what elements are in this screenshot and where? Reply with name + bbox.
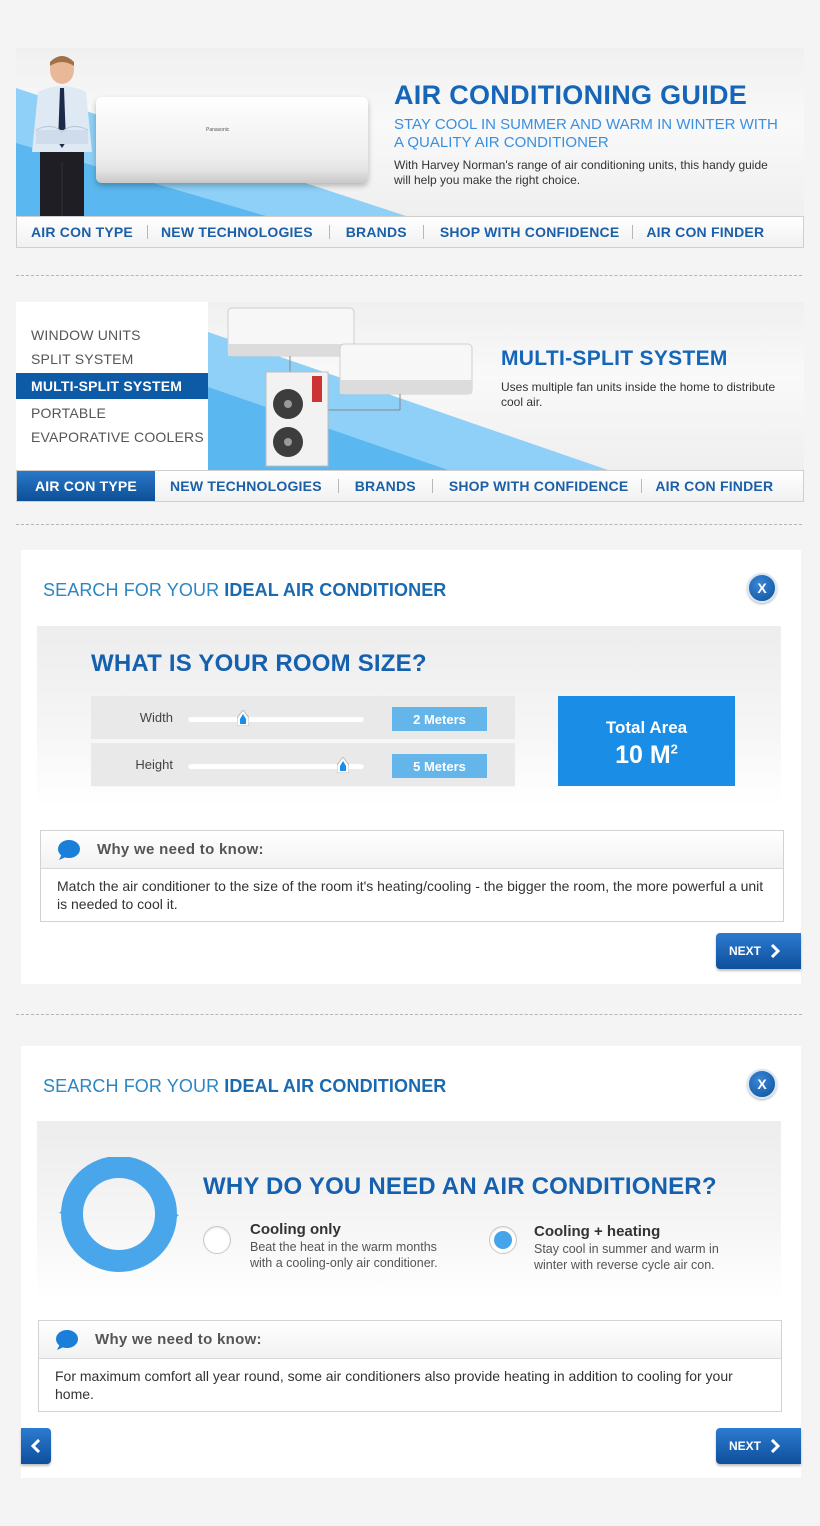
total-area-unit: 2 (670, 741, 678, 757)
nav-new-technologies[interactable]: NEW TECHNOLOGIES (148, 217, 329, 247)
menu-portable[interactable]: PORTABLE (16, 400, 208, 426)
chevron-right-icon (770, 1439, 781, 1453)
finder-title-prefix: SEARCH FOR YOUR (43, 1076, 225, 1096)
height-slider-thumb[interactable] (336, 757, 349, 773)
why-info-title: Why we need to know: (97, 841, 264, 858)
guide-subtitle: STAY COOL IN SUMMER AND WARM IN WINTER W… (394, 116, 778, 151)
why-info-header: Why we need to know: (39, 1321, 781, 1359)
nav-air-con-finder[interactable]: AIR CON FINDER (633, 217, 776, 247)
guide-title: AIR CONDITIONING GUIDE (394, 80, 748, 110)
finder-title: SEARCH FOR YOUR IDEAL AIR CONDITIONER (43, 580, 446, 601)
nav-brands[interactable]: BRANDS (330, 217, 423, 247)
why-info-text: Match the air conditioner to the size of… (57, 878, 764, 912)
purpose-finder: SEARCH FOR YOUR IDEAL AIR CONDITIONER X … (21, 1046, 801, 1478)
finder-title-prefix: SEARCH FOR YOUR (43, 580, 225, 600)
next-label: NEXT (729, 1439, 762, 1453)
total-area-value: 10 M (615, 741, 671, 769)
multi-split-banner: MULTI-SPLIT SYSTEM Uses multiple fan uni… (208, 302, 804, 470)
why-info-box: Why we need to know: For maximum comfort… (38, 1320, 782, 1412)
width-label: Width (139, 710, 173, 725)
menu-multi-split-system[interactable]: MULTI-SPLIT SYSTEM (16, 373, 208, 399)
nav-air-con-type[interactable]: AIR CON TYPE (17, 217, 147, 247)
split-unit-image: Panasonic (96, 97, 368, 183)
height-slider-row: Height 5 Meters (91, 743, 515, 787)
nav-bar: AIR CON TYPE NEW TECHNOLOGIES BRANDS SHO… (16, 216, 804, 248)
close-button[interactable]: X (747, 1069, 777, 1099)
nav-air-con-finder[interactable]: AIR CON FINDER (642, 471, 785, 501)
next-label: NEXT (729, 944, 762, 958)
guide-banner: Panasonic AIR CONDITIONING GUIDE STAY CO… (16, 48, 804, 216)
multi-split-title: MULTI-SPLIT SYSTEM (501, 347, 728, 370)
close-button[interactable]: X (747, 573, 777, 603)
finder-title-bold: IDEAL AIR CONDITIONER (224, 1076, 447, 1096)
guide-description: With Harvey Norman's range of air condit… (394, 158, 768, 187)
why-info-header: Why we need to know: (41, 831, 783, 869)
why-info-box: Why we need to know: Match the air condi… (40, 830, 784, 922)
salesman-image (32, 56, 92, 216)
speech-bubble-icon (58, 839, 80, 860)
section-divider (16, 275, 802, 276)
nav-bar: AIR CON TYPE NEW TECHNOLOGIES BRANDS SHO… (16, 470, 804, 502)
nav-new-technologies[interactable]: NEW TECHNOLOGIES (155, 471, 338, 501)
room-size-finder: SEARCH FOR YOUR IDEAL AIR CONDITIONER X … (21, 550, 801, 984)
back-button[interactable] (21, 1428, 51, 1464)
chevron-left-icon (31, 1439, 41, 1453)
width-slider[interactable] (188, 710, 364, 726)
cooling-only-description: Beat the heat in the warm months with a … (250, 1240, 438, 1270)
why-info-text: For maximum comfort all year round, some… (55, 1368, 733, 1402)
multi-split-description: Uses multiple fan units inside the home … (501, 380, 776, 409)
cooling-only-radio[interactable] (203, 1226, 231, 1254)
speech-bubble-icon (56, 1329, 78, 1350)
purpose-question-box: WHY DO YOU NEED AN AIR CONDITIONER? Cool… (37, 1121, 781, 1301)
nav-shop-with-confidence[interactable]: SHOP WITH CONFIDENCE (424, 217, 633, 247)
chevron-right-icon (770, 944, 781, 958)
section-divider (16, 1014, 802, 1015)
height-slider[interactable] (188, 757, 364, 773)
nav-air-con-type[interactable]: AIR CON TYPE (17, 471, 155, 501)
cycle-icon (59, 1157, 179, 1272)
total-area-display: 10 M2 (558, 741, 735, 770)
cooling-heating-radio[interactable] (489, 1226, 517, 1254)
menu-split-system[interactable]: SPLIT SYSTEM (16, 346, 208, 372)
finder-title: SEARCH FOR YOUR IDEAL AIR CONDITIONER (43, 1076, 446, 1097)
multi-split-units-image (227, 307, 473, 467)
width-value: 2 Meters (392, 707, 487, 731)
cooling-heating-description: Stay cool in summer and warm in winter w… (534, 1242, 719, 1272)
menu-evaporative-coolers[interactable]: EVAPORATIVE COOLERS (16, 424, 208, 450)
next-button[interactable]: NEXT (716, 933, 801, 969)
height-value: 5 Meters (392, 754, 487, 778)
width-slider-thumb[interactable] (236, 710, 249, 726)
room-size-question: WHAT IS YOUR ROOM SIZE? (91, 650, 427, 677)
width-slider-row: Width 2 Meters (91, 696, 515, 740)
height-label: Height (135, 757, 173, 772)
nav-brands[interactable]: BRANDS (339, 471, 432, 501)
room-size-question-box: WHAT IS YOUR ROOM SIZE? Width 2 Meters H… (37, 626, 781, 806)
purpose-question: WHY DO YOU NEED AN AIR CONDITIONER? (203, 1173, 717, 1200)
section-divider (16, 524, 802, 525)
brand-logo: Panasonic (206, 127, 230, 133)
total-area-box: Total Area 10 M2 (558, 696, 735, 786)
nav-shop-with-confidence[interactable]: SHOP WITH CONFIDENCE (433, 471, 642, 501)
cooling-heating-title: Cooling + heating (534, 1223, 661, 1240)
total-area-label: Total Area (605, 718, 688, 737)
menu-window-units[interactable]: WINDOW UNITS (16, 322, 208, 348)
why-info-title: Why we need to know: (95, 1331, 262, 1348)
cooling-only-title: Cooling only (250, 1221, 341, 1238)
finder-title-bold: IDEAL AIR CONDITIONER (224, 580, 447, 600)
next-button[interactable]: NEXT (716, 1428, 801, 1464)
